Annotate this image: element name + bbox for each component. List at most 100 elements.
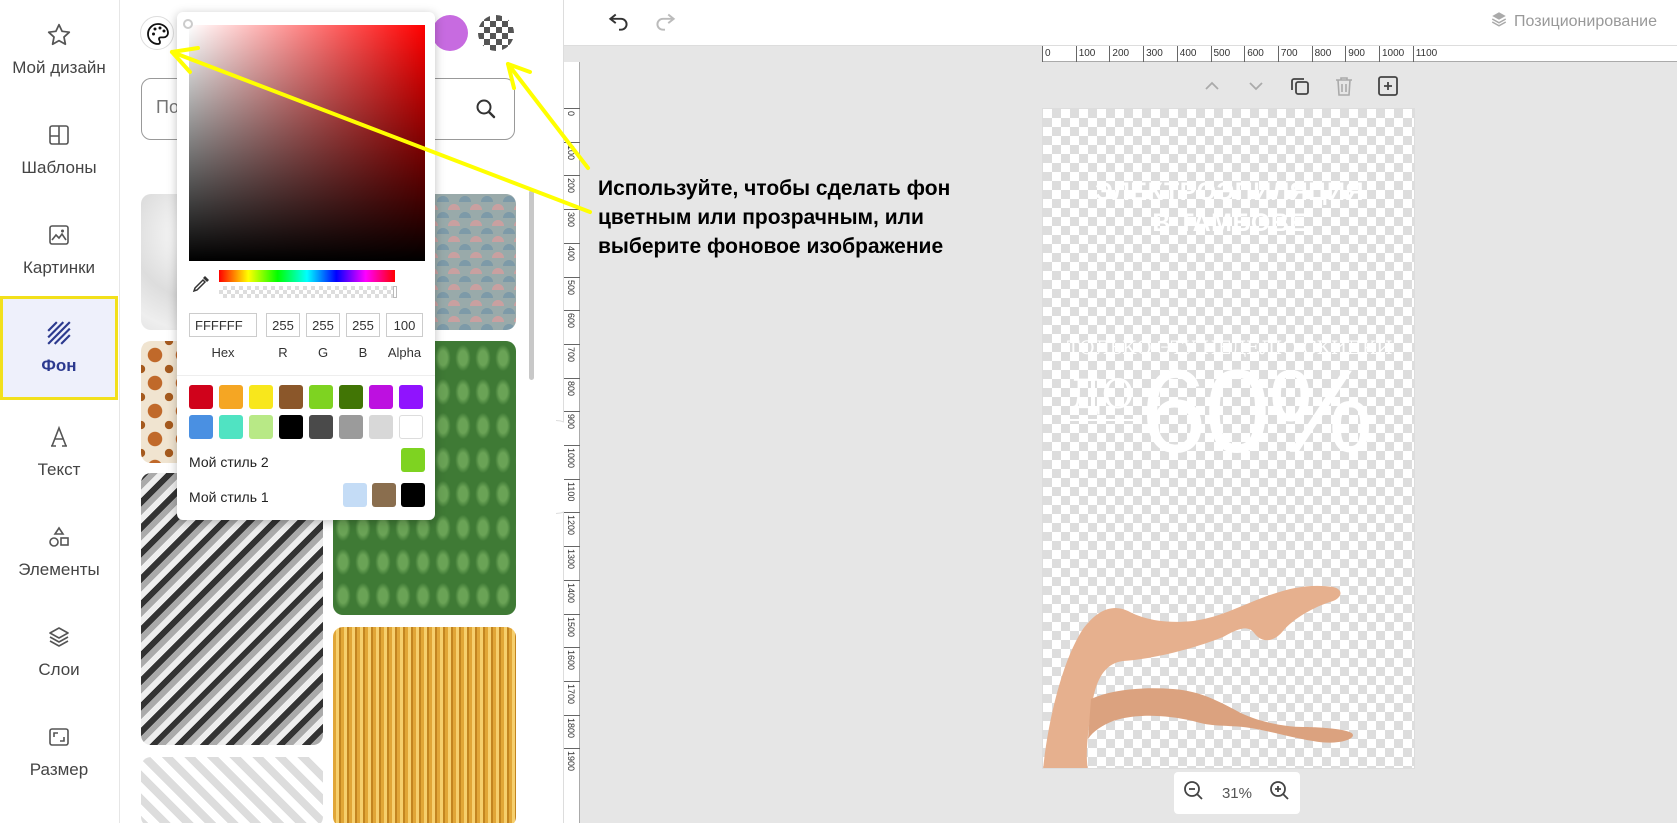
style-color-swatch[interactable] (343, 483, 367, 507)
undo-icon[interactable] (606, 8, 632, 39)
hex-field-wrap: Hex (189, 313, 257, 360)
background-thumbnail[interactable] (141, 757, 323, 823)
ruler-tick: 1300 (564, 546, 580, 569)
ruler-tick: 200 (1109, 46, 1129, 62)
nav-item-text[interactable]: Текст (0, 404, 118, 500)
annotation-line: цветным или прозрачным, или (598, 206, 924, 229)
nav-label: Слои (38, 660, 80, 679)
alpha-handle[interactable] (393, 286, 397, 298)
color-swatch[interactable] (249, 385, 273, 409)
left-nav: Мой дизайн Шаблоны Картинки Фон Текст Эл… (0, 0, 120, 823)
layers-icon (46, 624, 72, 650)
r-input[interactable] (266, 313, 300, 337)
ruler-tick: 700 (564, 343, 580, 362)
color-swatch[interactable] (339, 415, 363, 439)
b-field-wrap: B (346, 313, 380, 360)
color-picker-popup: Hex R G B Alpha Мой стиль 2 Мой стиль 1 (177, 12, 435, 520)
color-swatch[interactable] (369, 385, 393, 409)
panel-scrollbar[interactable] (529, 190, 534, 380)
b-input[interactable] (346, 313, 380, 337)
legs-photo[interactable] (1043, 549, 1415, 769)
ruler-tick: 1000 (564, 445, 580, 468)
ruler-tick: 400 (564, 242, 580, 261)
ruler-tick: 600 (564, 310, 580, 328)
style-color-swatch[interactable] (401, 483, 425, 507)
hue-slider[interactable] (219, 270, 395, 282)
move-up-icon[interactable] (1200, 74, 1224, 103)
color-preset-purple[interactable] (432, 15, 468, 51)
ruler-tick: 600 (1244, 46, 1264, 62)
color-swatch[interactable] (309, 385, 333, 409)
positioning-button[interactable]: Позиционирование (1490, 10, 1657, 33)
color-swatch[interactable] (249, 415, 273, 439)
color-swatch[interactable] (279, 415, 303, 439)
transparent-background-button[interactable] (478, 15, 514, 51)
ruler-tick: 1200 (564, 512, 580, 535)
background-thumbnail[interactable] (333, 627, 516, 823)
nav-item-size[interactable]: Размер (0, 704, 118, 800)
color-swatch[interactable] (219, 415, 243, 439)
nav-label: Элементы (18, 560, 100, 579)
color-swatch[interactable] (399, 385, 423, 409)
tutorial-annotation: Используйте, чтобы сделать фон цветным и… (598, 174, 978, 261)
g-input[interactable] (306, 313, 340, 337)
search-icon[interactable] (474, 97, 498, 126)
elements-icon (46, 524, 72, 550)
zoom-in-icon[interactable] (1268, 779, 1292, 807)
ruler-tick: 100 (1075, 46, 1095, 62)
nav-item-background[interactable]: Фон (0, 296, 118, 400)
color-swatch[interactable] (219, 385, 243, 409)
design-canvas[interactable]: ЭЛЕКТРОЭПИЛЯЦИЯ В ТАМБОВЕ ТОЛЬКО ЭТУ НЕД… (1042, 108, 1415, 769)
palette-icon (147, 23, 169, 45)
trash-icon[interactable] (1332, 74, 1356, 103)
ruler-tick: 300 (1143, 46, 1163, 62)
alpha-slider[interactable] (219, 286, 397, 298)
add-page-icon[interactable] (1376, 74, 1400, 103)
positioning-label: Позиционирование (1514, 12, 1657, 30)
hex-input[interactable] (189, 313, 257, 337)
color-swatch[interactable] (369, 415, 393, 439)
color-swatch[interactable] (399, 415, 423, 439)
palette-button[interactable] (140, 16, 174, 50)
horizontal-ruler: 0 100 200 300 400 500 600 700 800 900 1000 1100 (1042, 46, 1677, 62)
redo-icon[interactable] (652, 8, 678, 39)
style-label: Мой стиль 2 (189, 454, 269, 470)
design-discount[interactable]: 60% (1141, 347, 1373, 477)
color-swatch[interactable] (339, 385, 363, 409)
eyedropper-icon[interactable] (191, 274, 211, 299)
vertical-ruler: 0 100 200 300 400 500 600 700 800 900 1000 1100 1200… (564, 62, 580, 823)
nav-item-elements[interactable]: Элементы (0, 504, 118, 600)
ruler-tick: 800 (1311, 46, 1331, 62)
style-color-swatch[interactable] (372, 483, 396, 507)
nav-label: Размер (29, 760, 89, 779)
design-prefix[interactable]: ДО (1069, 371, 1135, 421)
saturation-area[interactable] (183, 19, 425, 261)
move-down-icon[interactable] (1244, 74, 1268, 103)
ruler-tick: 1500 (564, 613, 580, 637)
ruler-tick: 1100 (1412, 46, 1437, 62)
nav-item-images[interactable]: Картинки (0, 202, 118, 298)
alpha-input[interactable] (386, 313, 423, 337)
ruler-tick: 300 (564, 209, 580, 227)
ruler-tick: 800 (564, 377, 580, 396)
ruler-tick: 1000 (1379, 46, 1404, 62)
duplicate-icon[interactable] (1288, 74, 1312, 103)
ruler-tick: 0 (1042, 46, 1051, 62)
design-headline[interactable]: ЭЛЕКТРОЭПИЛЯЦИЯ В ТАМБОВЕ (1043, 177, 1414, 239)
headline-line: В ТАМБОВЕ (1152, 209, 1307, 237)
nav-item-my-design[interactable]: Мой дизайн (0, 2, 118, 98)
color-swatch[interactable] (189, 415, 213, 439)
nav-label: Шаблоны (21, 158, 97, 177)
alpha-label: Alpha (387, 345, 422, 360)
ruler-tick: 1900 (564, 748, 580, 771)
style-color-swatch[interactable] (401, 448, 425, 472)
color-swatch[interactable] (189, 385, 213, 409)
nav-item-layers[interactable]: Слои (0, 604, 118, 700)
color-swatch[interactable] (309, 415, 333, 439)
zoom-out-icon[interactable] (1182, 779, 1206, 807)
color-swatch[interactable] (279, 385, 303, 409)
saturation-handle[interactable] (183, 19, 193, 29)
layers-icon (1490, 10, 1508, 33)
headline-line: ЭЛЕКТРОЭПИЛЯЦИЯ (1095, 178, 1364, 206)
nav-item-templates[interactable]: Шаблоны (0, 102, 118, 198)
